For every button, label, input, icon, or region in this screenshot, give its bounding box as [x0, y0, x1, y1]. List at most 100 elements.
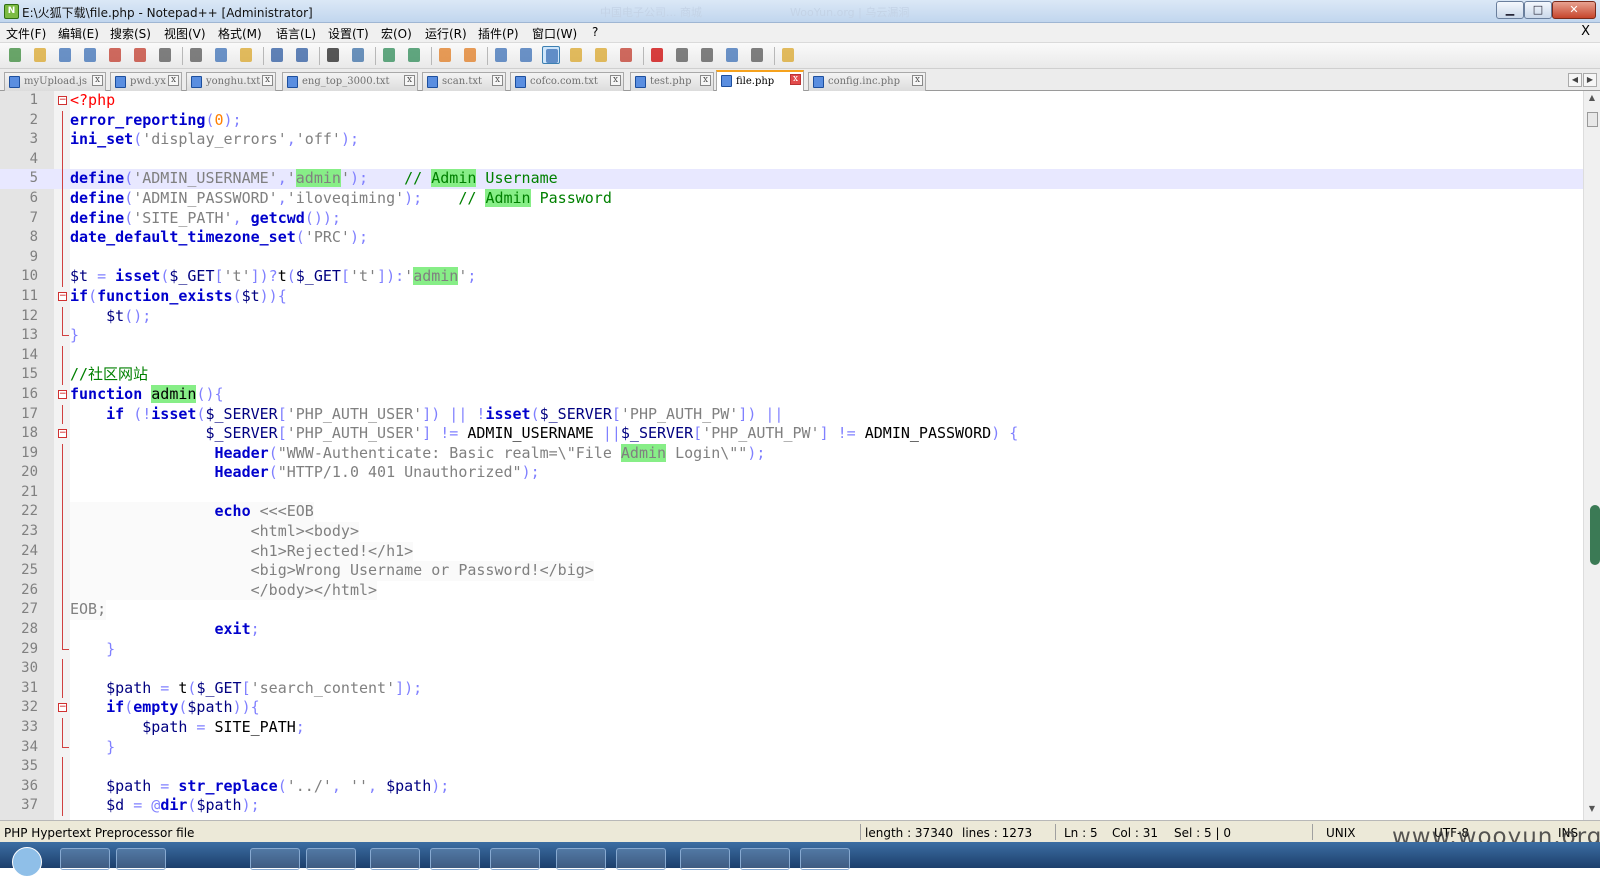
close-document-button[interactable]: X — [1581, 24, 1590, 39]
folder-workspace-icon[interactable] — [617, 46, 635, 64]
stop-macro-icon[interactable] — [673, 46, 691, 64]
word-wrap-icon[interactable] — [492, 46, 510, 64]
code-line[interactable]: 15 //社区网站 — [0, 365, 1583, 385]
close-icon[interactable] — [106, 46, 124, 64]
code-line[interactable]: 17 if (!isset($_SERVER['PHP_AUTH_USER'])… — [0, 404, 1583, 425]
menu-language[interactable]: 语言(L) — [276, 25, 316, 42]
tab-pwd-yx[interactable]: pwd.yx x — [110, 72, 182, 91]
tab-close-icon[interactable]: x — [92, 75, 103, 86]
tab-eng-top-3000-txt[interactable]: eng_top_3000.txt x — [282, 72, 418, 91]
tab-file-php[interactable]: file.php x — [716, 70, 804, 91]
taskbar-item[interactable] — [490, 848, 540, 870]
save-all-icon[interactable] — [81, 46, 99, 64]
code-line[interactable]: 35 — [0, 757, 1583, 777]
paste-icon[interactable] — [237, 46, 255, 64]
sync-vertical-icon[interactable] — [436, 46, 454, 64]
code-line[interactable]: 24 <h1>Rejected!</h1> — [0, 541, 1583, 562]
undo-icon[interactable] — [268, 46, 286, 64]
tab-close-icon[interactable]: x — [168, 75, 179, 86]
tab-close-icon[interactable]: x — [790, 74, 801, 85]
fold-toggle-icon[interactable]: − — [58, 703, 67, 713]
function-list-icon[interactable] — [592, 46, 610, 64]
code-line[interactable]: 37 $d = @dir($path); — [0, 796, 1583, 816]
code-line[interactable]: 30 — [0, 659, 1583, 679]
doc-map-icon[interactable] — [567, 46, 585, 64]
fold-toggle-icon[interactable]: − — [58, 291, 67, 301]
save-icon[interactable] — [56, 46, 74, 64]
tab-config-inc-php[interactable]: config.inc.php x — [808, 72, 926, 91]
menu-view[interactable]: 视图(V) — [164, 25, 206, 42]
code-line[interactable]: 2 error_reporting(0); — [0, 110, 1583, 131]
side-panel-handle[interactable] — [1590, 505, 1600, 565]
maximize-button[interactable]: □ — [1524, 1, 1552, 19]
fold-toggle-icon[interactable]: − — [58, 429, 67, 439]
code-line[interactable]: 31 $path = t($_GET['search_content']); — [0, 678, 1583, 699]
code-line[interactable]: 4 — [0, 149, 1583, 170]
code-line[interactable]: 22 echo <<<EOB — [0, 502, 1583, 523]
taskbar-item[interactable] — [556, 848, 606, 870]
code-line[interactable]: 36 $path = str_replace('../', '', $path)… — [0, 776, 1583, 797]
minimize-button[interactable]: ▁ — [1496, 1, 1524, 19]
code-line[interactable]: 23 <html><body> — [0, 522, 1583, 542]
code-line[interactable]: 10 $t = isset($_GET['t'])?t($_GET['t']):'… — [0, 267, 1583, 287]
menu-edit[interactable]: 编辑(E) — [58, 25, 99, 42]
close-all-icon[interactable] — [131, 46, 149, 64]
menu-search[interactable]: 搜索(S) — [110, 25, 151, 42]
vertical-scrollbar[interactable]: ▲ ▼ — [1583, 91, 1600, 820]
close-window-button[interactable]: ✕ — [1552, 1, 1596, 19]
code-line[interactable]: 9 — [0, 247, 1583, 268]
code-line[interactable]: 29 } — [0, 639, 1583, 660]
code-line[interactable]: 13} — [0, 326, 1583, 346]
code-line[interactable]: 5 define('ADMIN_USERNAME','admin'); // Ad… — [0, 169, 1583, 189]
tab-scroll-right-icon[interactable]: ▶ — [1583, 73, 1597, 87]
taskbar-item[interactable] — [616, 848, 666, 870]
sync-horizontal-icon[interactable] — [461, 46, 479, 64]
play-macro-icon[interactable] — [698, 46, 716, 64]
code-line[interactable]: 32 − if(empty($path)){ — [0, 698, 1583, 718]
code-line[interactable]: 33 $path = SITE_PATH; — [0, 718, 1583, 738]
taskbar-item[interactable] — [306, 848, 356, 870]
code-line[interactable]: 28 exit; — [0, 620, 1583, 640]
taskbar-item[interactable] — [430, 848, 480, 870]
code-line[interactable]: 19 Header("WWW-Authenticate: Basic realm… — [0, 443, 1583, 464]
copy-icon[interactable] — [212, 46, 230, 64]
show-all-chars-icon[interactable] — [517, 46, 535, 64]
menu-window[interactable]: 窗口(W) — [532, 25, 577, 42]
zoom-in-icon[interactable] — [380, 46, 398, 64]
code-line[interactable]: 27 EOB; — [0, 600, 1583, 621]
tab-scroll-left-icon[interactable]: ◀ — [1568, 73, 1582, 87]
record-macro-icon[interactable] — [648, 46, 666, 64]
tab-close-icon[interactable]: x — [700, 75, 711, 86]
zoom-out-icon[interactable] — [405, 46, 423, 64]
taskbar-item[interactable] — [250, 848, 300, 870]
new-file-icon[interactable] — [6, 46, 24, 64]
code-line[interactable]: 20 Header("HTTP/1.0 401 Unauthorized"); — [0, 463, 1583, 483]
scroll-down-icon[interactable]: ▼ — [1586, 804, 1598, 818]
code-line[interactable]: 14 — [0, 345, 1583, 366]
cut-icon[interactable] — [187, 46, 205, 64]
save-macro-icon[interactable] — [748, 46, 766, 64]
fold-toggle-icon[interactable]: − — [58, 96, 67, 105]
menu-settings[interactable]: 设置(T) — [328, 25, 369, 42]
tab-yonghu-txt[interactable]: yonghu.txt x — [186, 72, 276, 91]
code-line[interactable]: 6 define('ADMIN_PASSWORD','iloveqiming');… — [0, 188, 1583, 209]
taskbar-item[interactable] — [680, 848, 730, 870]
code-line[interactable]: 8 date_default_timezone_set('PRC'); — [0, 228, 1583, 248]
indent-guide-icon[interactable] — [542, 46, 560, 64]
code-line[interactable]: 18 − $_SERVER['PHP_AUTH_USER'] != ADMIN_U… — [0, 424, 1583, 444]
run-macro-multiple-icon[interactable] — [723, 46, 741, 64]
redo-icon[interactable] — [293, 46, 311, 64]
tab-test-php[interactable]: test.php x — [630, 72, 714, 91]
tab-close-icon[interactable]: x — [912, 75, 923, 86]
taskbar-item[interactable] — [740, 848, 790, 870]
plugin-icon[interactable] — [779, 46, 797, 64]
menu-macro[interactable]: 宏(O) — [381, 25, 412, 42]
code-line[interactable]: 25 <big>Wrong Username or Password!</big… — [0, 561, 1583, 581]
tab-myupload-js[interactable]: myUpload.js x — [4, 72, 106, 91]
tab-close-icon[interactable]: x — [610, 75, 621, 86]
scrollbar-thumb[interactable] — [1587, 112, 1598, 127]
code-line[interactable]: 1 − <?php — [0, 91, 1583, 111]
tab-close-icon[interactable]: x — [262, 75, 273, 86]
code-line[interactable]: 11 − if(function_exists($t)){ — [0, 287, 1583, 307]
tab-scan-txt[interactable]: scan.txt x — [422, 72, 506, 91]
